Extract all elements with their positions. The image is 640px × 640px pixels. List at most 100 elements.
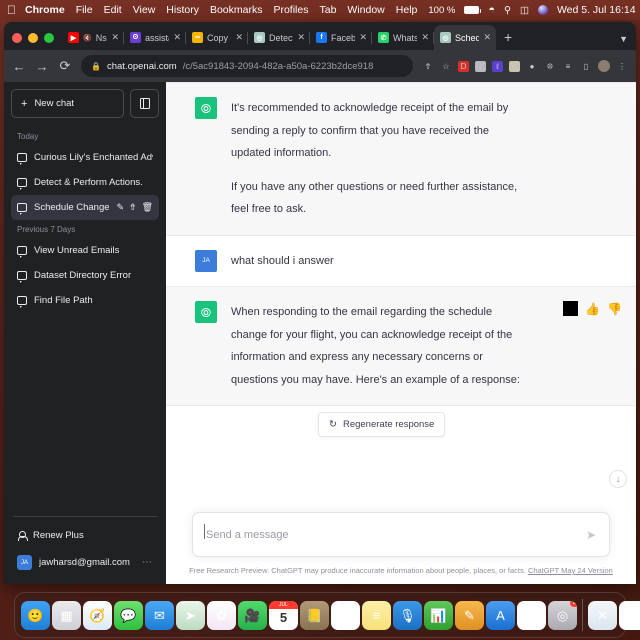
close-icon[interactable]: ✕ <box>483 32 491 43</box>
sidebar-chat-item[interactable]: Detect & Perform Actions. <box>11 170 159 195</box>
close-icon[interactable]: ✕ <box>421 32 429 43</box>
forward-button[interactable]: → <box>35 59 49 74</box>
sidebar-chat-item[interactable]: Dataset Directory Error <box>11 263 159 288</box>
tab-muted-icon[interactable]: 🔇 <box>83 34 92 42</box>
photos-icon[interactable]: ✿ <box>207 600 236 630</box>
browser-tab[interactable]: ✆ WhatsApp✕ <box>372 25 434 50</box>
pages-icon[interactable]: ✎ <box>455 600 484 630</box>
menu-item-tab[interactable]: Tab <box>319 4 336 16</box>
siri-icon[interactable] <box>537 5 548 15</box>
menu-item-help[interactable]: Help <box>396 4 418 16</box>
battery-charging-icon[interactable] <box>464 6 482 14</box>
thumbs-down-icon[interactable]: 👎 <box>607 302 622 316</box>
profile-avatar-icon[interactable] <box>598 60 610 72</box>
back-button[interactable]: ← <box>12 59 26 74</box>
regenerate-response-button[interactable]: ↻ Regenerate response <box>318 412 446 437</box>
reading-list-icon[interactable]: ≡ <box>562 60 574 72</box>
browser-tab[interactable]: ◎ Schedule✕ <box>434 25 496 50</box>
apple-logo-icon[interactable]:  <box>7 4 16 16</box>
podcasts-icon[interactable]: 🎙 <box>393 600 422 630</box>
sidebar-chat-item[interactable]: Find File Path <box>11 288 159 313</box>
ellipsis-icon[interactable]: ⋯ <box>142 557 153 568</box>
kebab-menu-icon[interactable]: ⋮ <box>616 60 628 72</box>
browser-tab[interactable]: ∞ Copy of ✕ <box>186 25 248 50</box>
chatgpt-icon[interactable]: ◎ 2 <box>548 600 577 630</box>
reminders-icon[interactable]: ☰ <box>331 600 360 630</box>
trash-icon[interactable]: 🗑 <box>142 202 153 213</box>
new-chat-button[interactable]: + New chat <box>11 89 124 118</box>
sidebar-toggle-icon[interactable]: ▯ <box>580 60 592 72</box>
facetime-icon[interactable]: 🎥 <box>238 600 267 630</box>
close-icon[interactable]: ✕ <box>359 32 367 43</box>
message-paragraph: If you have any other questions or need … <box>231 180 518 216</box>
extension-tan-icon[interactable]: K <box>509 60 520 72</box>
scroll-to-bottom-button[interactable]: ↓ <box>609 470 627 488</box>
messages-icon[interactable]: 💬 <box>114 600 143 630</box>
maximize-window-button[interactable] <box>44 33 54 43</box>
sidebar-chat-item[interactable]: Schedule Change B ✎ ⇮ 🗑 <box>11 195 159 220</box>
notes-icon[interactable]: ≡ <box>362 600 391 630</box>
close-icon[interactable]: ✕ <box>173 32 181 43</box>
footer-version-link[interactable]: ChatGPT May 24 Version <box>528 566 613 575</box>
edit-icon[interactable]: ✎ <box>116 202 124 213</box>
finder-icon[interactable]: 🙂 <box>21 600 50 630</box>
sidebar-item-renew-plus[interactable]: Renew Plus <box>11 523 159 548</box>
star-icon[interactable]: ☆ <box>440 60 452 72</box>
menu-item-history[interactable]: History <box>166 4 199 16</box>
message-input-box[interactable]: Send a message ➤ <box>192 512 610 557</box>
minimize-window-button[interactable] <box>28 33 38 43</box>
mail-icon[interactable]: ✉ <box>145 600 174 630</box>
address-bar[interactable]: 🔒 chat.openai.com/c/5ac91843-2094-482a-a… <box>81 55 413 77</box>
menubar-clock[interactable]: Wed 5. Jul 16:14 <box>557 4 636 16</box>
menu-item-profiles[interactable]: Profiles <box>273 4 308 16</box>
calendar-icon[interactable]: JUL 5 <box>269 600 298 630</box>
extension-gray-icon[interactable]: ℓ <box>475 60 486 72</box>
panel-toggle-button[interactable] <box>130 89 159 118</box>
appstore-icon[interactable]: A <box>486 600 515 630</box>
dock-icon-glyph: 💬 <box>120 607 137 623</box>
chrome-icon[interactable]: ◉ <box>517 600 546 630</box>
sidebar-item-account[interactable]: JA jawharsd@gmail.com ⋯ <box>11 548 159 577</box>
menu-item-bookmarks[interactable]: Bookmarks <box>210 4 263 16</box>
vscode-icon[interactable]: ✕ <box>588 600 617 630</box>
browser-tab[interactable]: ◎ Detect &✕ <box>248 25 310 50</box>
new-tab-button[interactable]: + <box>496 29 520 50</box>
share-icon[interactable]: ⇮ <box>422 60 434 72</box>
menu-item-chrome[interactable]: Chrome <box>25 4 65 16</box>
extension-circle-icon[interactable]: ● <box>526 60 538 72</box>
contacts-icon[interactable]: 📒 <box>300 600 329 630</box>
close-icon[interactable]: ✕ <box>297 32 305 43</box>
safari-icon[interactable]: 🧭 <box>83 600 112 630</box>
menu-item-file[interactable]: File <box>76 4 93 16</box>
menu-item-view[interactable]: View <box>133 4 156 16</box>
menu-item-edit[interactable]: Edit <box>104 4 122 16</box>
chevron-down-icon[interactable]: ▼ <box>619 34 628 44</box>
menu-item-window[interactable]: Window <box>347 4 384 16</box>
composer: Send a message ➤ <box>166 512 636 563</box>
share-icon[interactable]: ⇮ <box>129 202 137 213</box>
extension-purple-icon[interactable]: ℓ <box>492 60 503 72</box>
maps-icon[interactable]: ➤ <box>176 600 205 630</box>
search-input[interactable]: Send a message <box>204 523 578 541</box>
sidebar-chat-item[interactable]: Curious Lily's Enchanted Adve <box>11 145 159 170</box>
close-window-button[interactable] <box>12 33 22 43</box>
extension-red-icon[interactable]: D <box>458 60 469 72</box>
browser-tab[interactable]: ▶ 🔇Nsibt✕ <box>62 25 124 50</box>
close-icon[interactable]: ✕ <box>235 32 243 43</box>
copy-icon[interactable] <box>563 301 579 317</box>
browser-tab[interactable]: ʘ assistant ✕ <box>124 25 186 50</box>
browser-tab[interactable]: f Facebook✕ <box>310 25 372 50</box>
wifi-icon[interactable]: ◓ <box>488 4 495 16</box>
thumbs-up-icon[interactable]: 👍 <box>585 302 600 316</box>
send-arrow-icon[interactable]: ➤ <box>586 528 596 542</box>
close-icon[interactable]: ✕ <box>111 32 119 43</box>
sidebar-chat-item[interactable]: View Unread Emails <box>11 238 159 263</box>
message-scroll-area[interactable]: ⦾ It's recommended to acknowledge receipt… <box>166 82 636 512</box>
reload-button[interactable]: ⟳ <box>58 58 72 74</box>
pdf-reader-icon[interactable]: PDF <box>619 600 640 630</box>
numbers-icon[interactable]: 📊 <box>424 600 453 630</box>
control-center-icon[interactable]: ◫ <box>520 5 529 16</box>
spotlight-search-icon[interactable]: ⚲ <box>504 5 511 16</box>
extensions-puzzle-icon[interactable]: ❊ <box>544 60 556 72</box>
launchpad-icon[interactable]: ▦ <box>52 600 81 630</box>
